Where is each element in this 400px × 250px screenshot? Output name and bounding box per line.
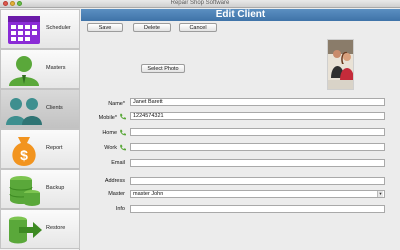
sidebar-item-restore[interactable]: Restore <box>0 209 80 249</box>
save-button[interactable]: Save <box>87 23 123 32</box>
work-label: Work <box>104 145 117 151</box>
sidebar-item-scheduler[interactable]: Scheduler <box>0 9 80 49</box>
client-photo-image <box>328 40 353 89</box>
mobile-label: Mobile* <box>98 115 117 121</box>
master-select-value: master John <box>133 191 164 197</box>
window-titlebar: Repair Shop Software <box>0 0 400 8</box>
person-icon <box>9 56 39 86</box>
sidebar-item-label: Report <box>46 145 63 151</box>
cancel-button[interactable]: Cancel <box>179 23 217 32</box>
address-field[interactable] <box>130 177 385 185</box>
sidebar-item-label: Clients <box>46 105 63 111</box>
sidebar: Scheduler Masters Clients $ Report Backu… <box>0 9 80 250</box>
master-select[interactable]: master John ▼ <box>130 190 385 198</box>
sidebar-item-label: Backup <box>46 185 65 191</box>
sidebar-item-report[interactable]: $ Report <box>0 129 80 169</box>
client-photo <box>327 39 354 90</box>
edit-client-panel: Edit Client Save Delete Cancel Select Ph… <box>81 9 400 250</box>
money-bag-icon: $ <box>12 137 36 166</box>
calendar-icon <box>8 16 40 44</box>
address-label: Address <box>104 178 125 184</box>
sidebar-item-label: Scheduler <box>46 25 71 31</box>
mobile-field[interactable]: 1224574321 <box>130 112 385 120</box>
group-icon <box>6 98 42 125</box>
work-field[interactable] <box>130 143 385 151</box>
phone-icon <box>120 144 126 151</box>
database-icon <box>9 176 40 206</box>
sidebar-item-masters[interactable]: Masters <box>0 49 80 89</box>
sidebar-item-clients[interactable]: Clients <box>0 89 80 129</box>
sidebar-item-label: Restore <box>46 225 66 231</box>
restore-arrow-icon <box>9 216 42 244</box>
name-field[interactable]: Janet Barett <box>130 98 385 106</box>
home-label: Home <box>102 130 117 136</box>
name-label: Name* <box>108 101 125 107</box>
window-title: Repair Shop Software <box>170 0 230 6</box>
phone-icon <box>120 129 126 136</box>
master-label: Master <box>108 191 125 197</box>
delete-button[interactable]: Delete <box>133 23 171 32</box>
sidebar-item-label: Masters <box>46 65 66 71</box>
home-field[interactable] <box>130 128 385 136</box>
app-window: Repair Shop Software Scheduler Masters C… <box>0 0 400 250</box>
info-label: Info <box>115 206 125 212</box>
sidebar-item-backup[interactable]: Backup <box>0 169 80 209</box>
page-title: Edit Client <box>215 9 266 20</box>
svg-text:$: $ <box>20 147 28 163</box>
panel-header: Edit Client <box>81 9 400 21</box>
chevron-down-icon[interactable]: ▼ <box>377 191 383 197</box>
phone-icon <box>120 113 126 120</box>
select-photo-button[interactable]: Select Photo <box>141 64 185 73</box>
email-label: Email <box>111 160 125 166</box>
email-field[interactable] <box>130 159 385 167</box>
info-field[interactable] <box>130 205 385 213</box>
